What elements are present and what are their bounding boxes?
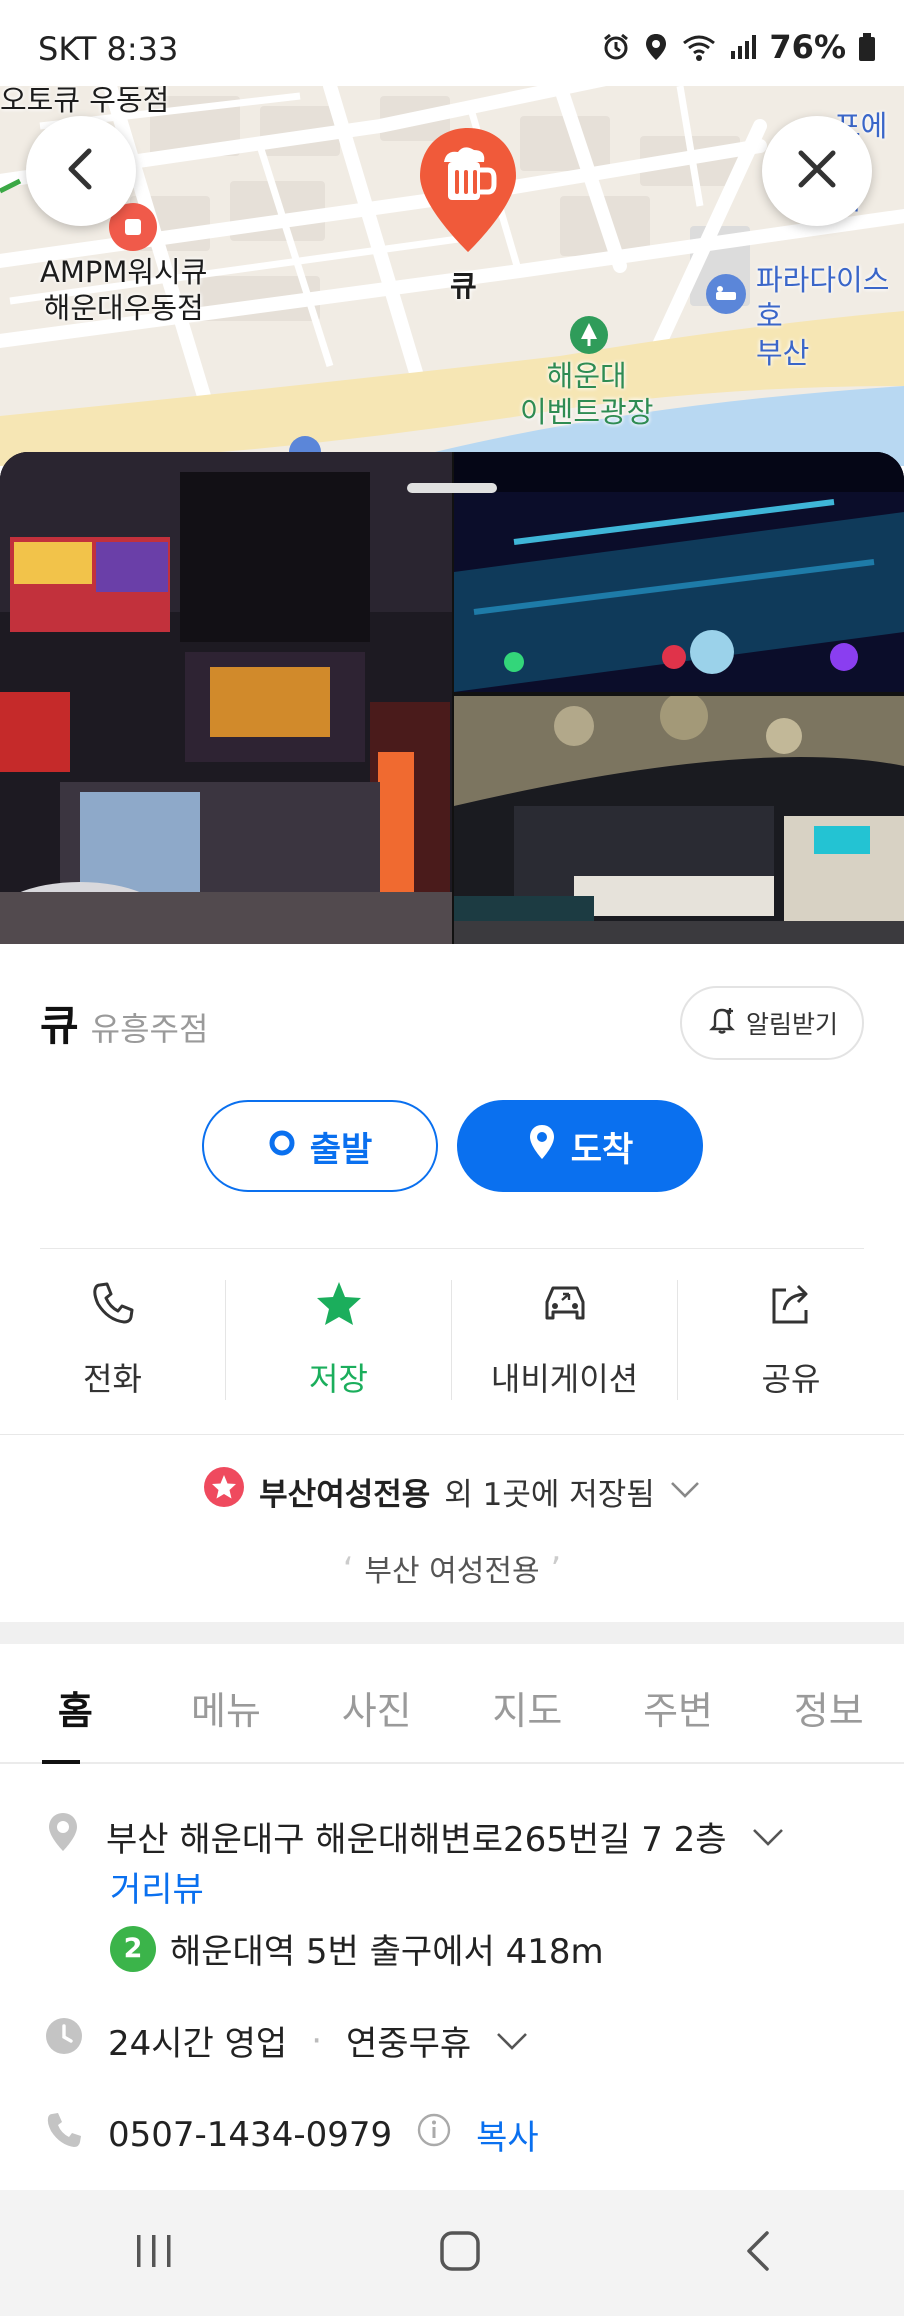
map-label-ampm: AMPM워시큐 해운대우동점 (40, 255, 208, 326)
phone-row: 0507-1434-0979 복사 (44, 2110, 539, 2159)
address-row[interactable]: 부산 해운대구 해운대해변로265번길 7 2층 (44, 1810, 785, 1863)
save-label: 저장 (309, 1360, 368, 1398)
tab-nearby[interactable]: 주변 (603, 1644, 754, 1762)
share-button[interactable]: 공유 (678, 1280, 904, 1400)
divider (0, 1434, 904, 1435)
close-button[interactable] (762, 116, 872, 226)
status-bar: SKT 8:33 76% (0, 0, 904, 86)
map-label-paradise: 파라다이스호 부산 (756, 263, 890, 370)
holiday-text: 연중무휴 (346, 2024, 472, 2064)
close-icon (795, 147, 839, 195)
subway-line-badge: 2 (110, 1925, 156, 1972)
photo-interior-lights[interactable] (454, 452, 904, 692)
route-start-label: 출발 (309, 1129, 373, 1170)
map-label-event-square: 해운대 이벤트광장 (520, 359, 654, 430)
phone-icon (44, 2110, 84, 2159)
copy-phone-button[interactable]: 복사 (476, 2110, 539, 2159)
navigation-label: 내비게이션 (490, 1360, 639, 1398)
call-button[interactable]: 전화 (0, 1280, 226, 1400)
signal-icon (729, 33, 757, 61)
call-label: 전화 (83, 1360, 142, 1398)
hours-row[interactable]: 24시간 영업 · 연중무휴 (44, 2016, 529, 2065)
divider (40, 1248, 864, 1249)
tab-map[interactable]: 지도 (452, 1644, 603, 1762)
alert-label: 알림받기 (745, 1010, 838, 1039)
route-start-button[interactable]: 출발 (202, 1100, 438, 1192)
bell-plus-icon (706, 1004, 738, 1042)
map-view[interactable]: 오토큐 우동점 AMPM워시큐 해운대우동점 해운대 이벤트광장 파라다이스호 … (0, 86, 904, 466)
sheet-drag-handle[interactable] (407, 483, 497, 493)
tab-photos[interactable]: 사진 (301, 1644, 452, 1762)
wifi-icon (681, 32, 717, 62)
saved-memo: ‘ 부산 여성전용 ’ (342, 1550, 562, 1590)
map-label-autoq: 오토큐 우동점 (0, 86, 170, 117)
hotel-marker-icon[interactable] (704, 272, 748, 320)
tab-bar: 홈 메뉴 사진 지도 주변 정보 (0, 1644, 904, 1764)
saved-list-name: 부산여성전용 (259, 1476, 431, 1513)
saved-memo-text: 부산 여성전용 (364, 1554, 540, 1589)
star-icon (314, 1280, 364, 1332)
back-icon[interactable] (743, 2229, 773, 2277)
clock-icon (44, 2016, 84, 2065)
section-separator (0, 1622, 904, 1644)
tab-info[interactable]: 정보 (753, 1644, 904, 1762)
place-title: 큐 유흥주점 (40, 992, 208, 1053)
place-name: 큐 (40, 1001, 79, 1050)
selected-place-marker-icon[interactable] (414, 124, 522, 260)
map-label-selected: 큐 (450, 269, 477, 303)
subway-directions: 해운대역 5번 출구에서 418m (170, 1932, 604, 1972)
battery-percent: 76% (769, 28, 846, 66)
subway-row: 2 해운대역 5번 출구에서 418m (110, 1924, 604, 1973)
share-icon (766, 1280, 816, 1332)
separator-dot: · (311, 2020, 323, 2061)
place-category: 유흥주점 (90, 1010, 209, 1048)
saved-status[interactable]: 부산여성전용 외 1곳에 저장됨 (0, 1466, 904, 1516)
phone-icon (90, 1280, 136, 1330)
photo-interior-room[interactable] (454, 696, 904, 944)
action-row: 전화 저장 내비게이션 공유 (0, 1280, 904, 1400)
route-arrive-button[interactable]: 도착 (457, 1100, 703, 1192)
chevron-down-icon (495, 2021, 529, 2061)
address-text: 부산 해운대구 해운대해변로265번길 7 2층 (106, 1820, 727, 1860)
tab-menu[interactable]: 메뉴 (151, 1644, 302, 1762)
alert-button[interactable]: 알림받기 (680, 986, 864, 1060)
tab-home[interactable]: 홈 (0, 1644, 151, 1764)
recent-apps-icon[interactable] (131, 2231, 177, 2275)
save-button[interactable]: 저장 (226, 1280, 452, 1400)
share-label: 공유 (761, 1360, 821, 1398)
street-view-row: 거리뷰 (110, 1862, 204, 1911)
saved-suffix: 외 1곳에 저장됨 (444, 1476, 655, 1513)
info-circle-icon[interactable] (416, 2112, 452, 2157)
photo-gallery[interactable] (0, 452, 904, 944)
location-icon (643, 32, 669, 62)
system-navigation-bar (0, 2190, 904, 2316)
chevron-down-icon (669, 1473, 701, 1509)
back-button[interactable] (26, 116, 136, 226)
battery-icon (858, 32, 876, 62)
carrier-time: SKT 8:33 (38, 30, 179, 68)
alarm-icon (601, 32, 631, 62)
status-icons: 76% (601, 28, 876, 66)
location-pin-icon (44, 1810, 82, 1863)
phone-number[interactable]: 0507-1434-0979 (108, 2115, 392, 2155)
street-view-link[interactable]: 거리뷰 (110, 1862, 204, 1911)
home-icon[interactable] (438, 2229, 482, 2277)
park-marker-icon[interactable] (568, 314, 610, 360)
saved-star-badge-icon (203, 1466, 245, 1516)
hours-text: 24시간 영업 (108, 2024, 288, 2064)
pin-icon (527, 1123, 557, 1170)
car-navigation-icon (539, 1280, 591, 1332)
chevron-left-icon (61, 147, 101, 195)
origin-dot-icon (268, 1126, 296, 1166)
navigation-button[interactable]: 내비게이션 (452, 1280, 678, 1400)
photo-storefront[interactable] (0, 452, 452, 944)
chevron-down-icon (751, 1817, 785, 1857)
route-arrive-label: 도착 (570, 1129, 634, 1170)
